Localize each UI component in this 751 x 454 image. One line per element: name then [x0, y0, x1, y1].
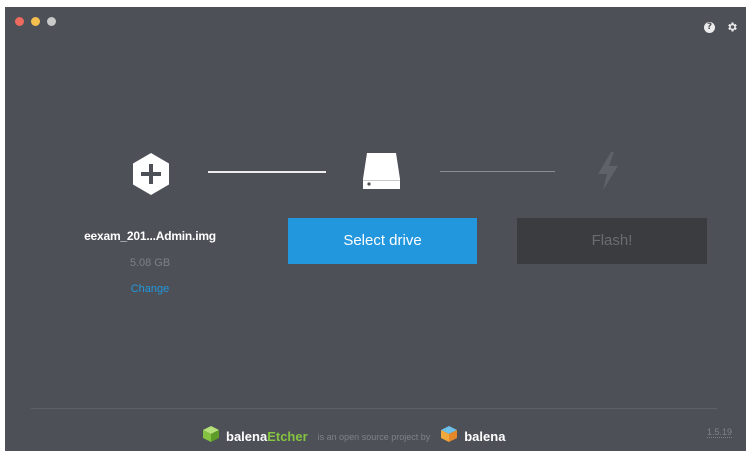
top-right-icons: ?: [704, 21, 738, 33]
balena-cube-icon[interactable]: [440, 425, 458, 448]
footer: balenaEtcher is an open source project b…: [5, 425, 746, 445]
minimize-window-button[interactable]: [31, 17, 40, 26]
version-label[interactable]: 1.5.19: [706, 427, 732, 438]
step-connector-1: [208, 171, 326, 173]
zoom-window-button[interactable]: [47, 17, 56, 26]
gear-icon[interactable]: [726, 21, 738, 33]
drive-icon: [361, 151, 402, 198]
window-controls: [15, 17, 56, 26]
balena-etcher-link[interactable]: balenaEtcher: [226, 429, 308, 444]
close-window-button[interactable]: [15, 17, 24, 26]
change-image-link[interactable]: Change: [65, 283, 235, 295]
footer-divider: [31, 408, 717, 409]
flash-button[interactable]: Flash!: [517, 218, 707, 264]
footer-branding: balenaEtcher is an open source project b…: [202, 425, 505, 448]
help-icon[interactable]: ?: [704, 21, 715, 33]
image-filename: eexam_201...Admin.img: [84, 229, 216, 243]
brand-prefix: balena: [226, 429, 268, 444]
etcher-cube-icon[interactable]: [202, 425, 220, 448]
etcher-window: ? eexam_201...Admin.img 5.08 GB Change S…: [5, 7, 746, 451]
flash-icon: [595, 150, 621, 197]
select-drive-button[interactable]: Select drive: [288, 218, 477, 264]
brand-accent: Etcher: [267, 429, 308, 444]
balena-link[interactable]: balena: [464, 429, 505, 444]
image-size: 5.08 GB: [129, 257, 171, 269]
open-source-text: is an open source project by: [317, 431, 431, 442]
plus-icon: [131, 152, 171, 201]
step-connector-2: [440, 171, 555, 172]
selected-image-info: eexam_201...Admin.img 5.08 GB Change: [65, 229, 235, 295]
